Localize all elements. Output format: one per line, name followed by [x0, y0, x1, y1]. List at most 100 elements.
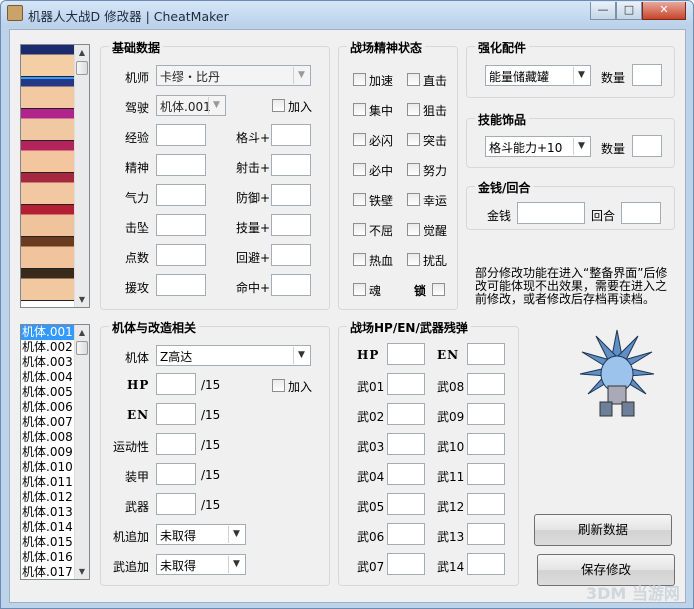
weapon-ammo-field[interactable] [467, 373, 505, 395]
unit-list-item[interactable]: 机体.014 [21, 520, 75, 535]
weapon-ammo-field[interactable] [467, 553, 505, 575]
unit-list-scrollbar[interactable]: ▲ ▼ [74, 325, 89, 579]
weapon-ammo-field[interactable] [387, 523, 425, 545]
armor-field[interactable] [156, 463, 196, 485]
pilot-portrait[interactable] [21, 77, 75, 109]
unit-list-item[interactable]: 机体.015 [21, 535, 75, 550]
spirit-checkbox[interactable] [407, 103, 420, 116]
pilot-portrait-list[interactable]: ▲ ▼ [20, 44, 90, 308]
field-hp-field[interactable] [387, 343, 425, 365]
pilot-portrait[interactable] [21, 141, 75, 173]
weapon-ammo-field[interactable] [467, 463, 505, 485]
support-field[interactable] [156, 274, 206, 296]
unit-list-item[interactable]: 机体.006 [21, 400, 75, 415]
pilot-select[interactable]: 卡缪・比丹 ▼ [156, 65, 311, 86]
close-button[interactable]: ✕ [642, 2, 686, 20]
spirit-checkbox[interactable] [353, 283, 366, 296]
unit-hp-field[interactable] [156, 373, 196, 395]
money-field[interactable] [517, 202, 585, 224]
scroll-down-icon[interactable]: ▼ [75, 564, 89, 579]
pilot-portrait[interactable] [21, 173, 75, 205]
refresh-button[interactable]: 刷新数据 [534, 514, 672, 546]
unit-list-item[interactable]: 机体.005 [21, 385, 75, 400]
unit-list-item[interactable]: 机体.010 [21, 460, 75, 475]
spirit-checkbox[interactable] [353, 223, 366, 236]
pilot-portrait[interactable] [21, 269, 75, 301]
hit-field[interactable] [271, 274, 311, 296]
scroll-up-icon[interactable]: ▲ [75, 45, 89, 60]
weapon-ammo-field[interactable] [387, 403, 425, 425]
spirit-checkbox[interactable] [353, 103, 366, 116]
melee-field[interactable] [271, 124, 311, 146]
mobility-field[interactable] [156, 433, 196, 455]
scroll-up-icon[interactable]: ▲ [75, 325, 89, 340]
unit-list-item[interactable]: 机体.012 [21, 490, 75, 505]
spirit-checkbox[interactable] [407, 223, 420, 236]
pilot-join-checkbox[interactable] [272, 99, 285, 112]
add-weapon-select[interactable]: 未取得 ▼ [156, 554, 246, 575]
unit-list-item[interactable]: 机体.008 [21, 430, 75, 445]
unit-list-item[interactable]: 机体.004 [21, 370, 75, 385]
spirit-checkbox[interactable] [353, 163, 366, 176]
points-field[interactable] [156, 244, 206, 266]
spirit-checkbox[interactable] [407, 133, 420, 146]
weapon-ammo-field[interactable] [387, 493, 425, 515]
unit-en-field[interactable] [156, 403, 196, 425]
enhance-qty-field[interactable] [632, 64, 662, 86]
pilot-portrait[interactable] [21, 109, 75, 141]
pilot-portrait[interactable] [21, 237, 75, 269]
spirit-checkbox[interactable] [407, 193, 420, 206]
minimize-button[interactable]: — [590, 2, 616, 20]
spirit-checkbox[interactable] [432, 283, 445, 296]
weapon-ammo-field[interactable] [387, 463, 425, 485]
spirit-checkbox[interactable] [353, 193, 366, 206]
weapon-ammo-field[interactable] [387, 553, 425, 575]
weapon-ammo-field[interactable] [467, 433, 505, 455]
unit-list-item[interactable]: 机体.007 [21, 415, 75, 430]
pilot-portrait[interactable] [21, 45, 77, 79]
enhance-select[interactable]: 能量储藏罐 ▼ [485, 65, 591, 86]
unit-list-item[interactable]: 机体.011 [21, 475, 75, 490]
spirit-field[interactable] [156, 154, 206, 176]
skill-qty-field[interactable] [632, 135, 662, 157]
unit-list-item[interactable]: 机体.016 [21, 550, 75, 565]
field-en-field[interactable] [467, 343, 505, 365]
unit-join-checkbox[interactable] [272, 379, 285, 392]
scroll-thumb[interactable] [76, 61, 88, 75]
weapon-ammo-field[interactable] [387, 433, 425, 455]
scroll-thumb[interactable] [76, 341, 88, 355]
add-unit-select[interactable]: 未取得 ▼ [156, 524, 246, 545]
weapon-ammo-field[interactable] [467, 523, 505, 545]
unit-select[interactable]: Z高达 ▼ [156, 345, 311, 366]
shoot-field[interactable] [271, 154, 311, 176]
skill-accessory-select[interactable]: 格斗能力+10 ▼ [485, 136, 591, 157]
unit-list-item[interactable]: 机体.017 [21, 565, 75, 579]
drive-select[interactable]: 机体.001 ▼ [156, 95, 226, 116]
unit-list-item[interactable]: 机体.002 [21, 340, 75, 355]
turn-field[interactable] [621, 202, 661, 224]
weapon-field[interactable] [156, 493, 196, 515]
spirit-checkbox[interactable] [353, 133, 366, 146]
unit-list-item[interactable]: 机体.001 [21, 325, 75, 340]
maximize-button[interactable]: □ [616, 2, 642, 20]
weapon-ammo-field[interactable] [467, 403, 505, 425]
kills-field[interactable] [156, 214, 206, 236]
weapon-ammo-field[interactable] [387, 373, 425, 395]
unit-list[interactable]: 机体.001 机体.002 机体.003 机体.004 机体.005 机体.006 机体.0… [20, 324, 90, 580]
skill-field[interactable] [271, 214, 311, 236]
evade-field[interactable] [271, 244, 311, 266]
qi-field[interactable] [156, 184, 206, 206]
unit-list-item[interactable]: 机体.013 [21, 505, 75, 520]
scroll-down-icon[interactable]: ▼ [75, 292, 89, 307]
pilot-portrait[interactable] [21, 205, 75, 237]
spirit-checkbox[interactable] [353, 73, 366, 86]
spirit-checkbox[interactable] [407, 73, 420, 86]
weapon-ammo-field[interactable] [467, 493, 505, 515]
spirit-checkbox[interactable] [407, 253, 420, 266]
unit-list-item[interactable]: 机体.009 [21, 445, 75, 460]
unit-list-item[interactable]: 机体.003 [21, 355, 75, 370]
portrait-scrollbar[interactable]: ▲ ▼ [74, 45, 89, 307]
defense-field[interactable] [271, 184, 311, 206]
exp-field[interactable] [156, 124, 206, 146]
spirit-checkbox[interactable] [407, 163, 420, 176]
